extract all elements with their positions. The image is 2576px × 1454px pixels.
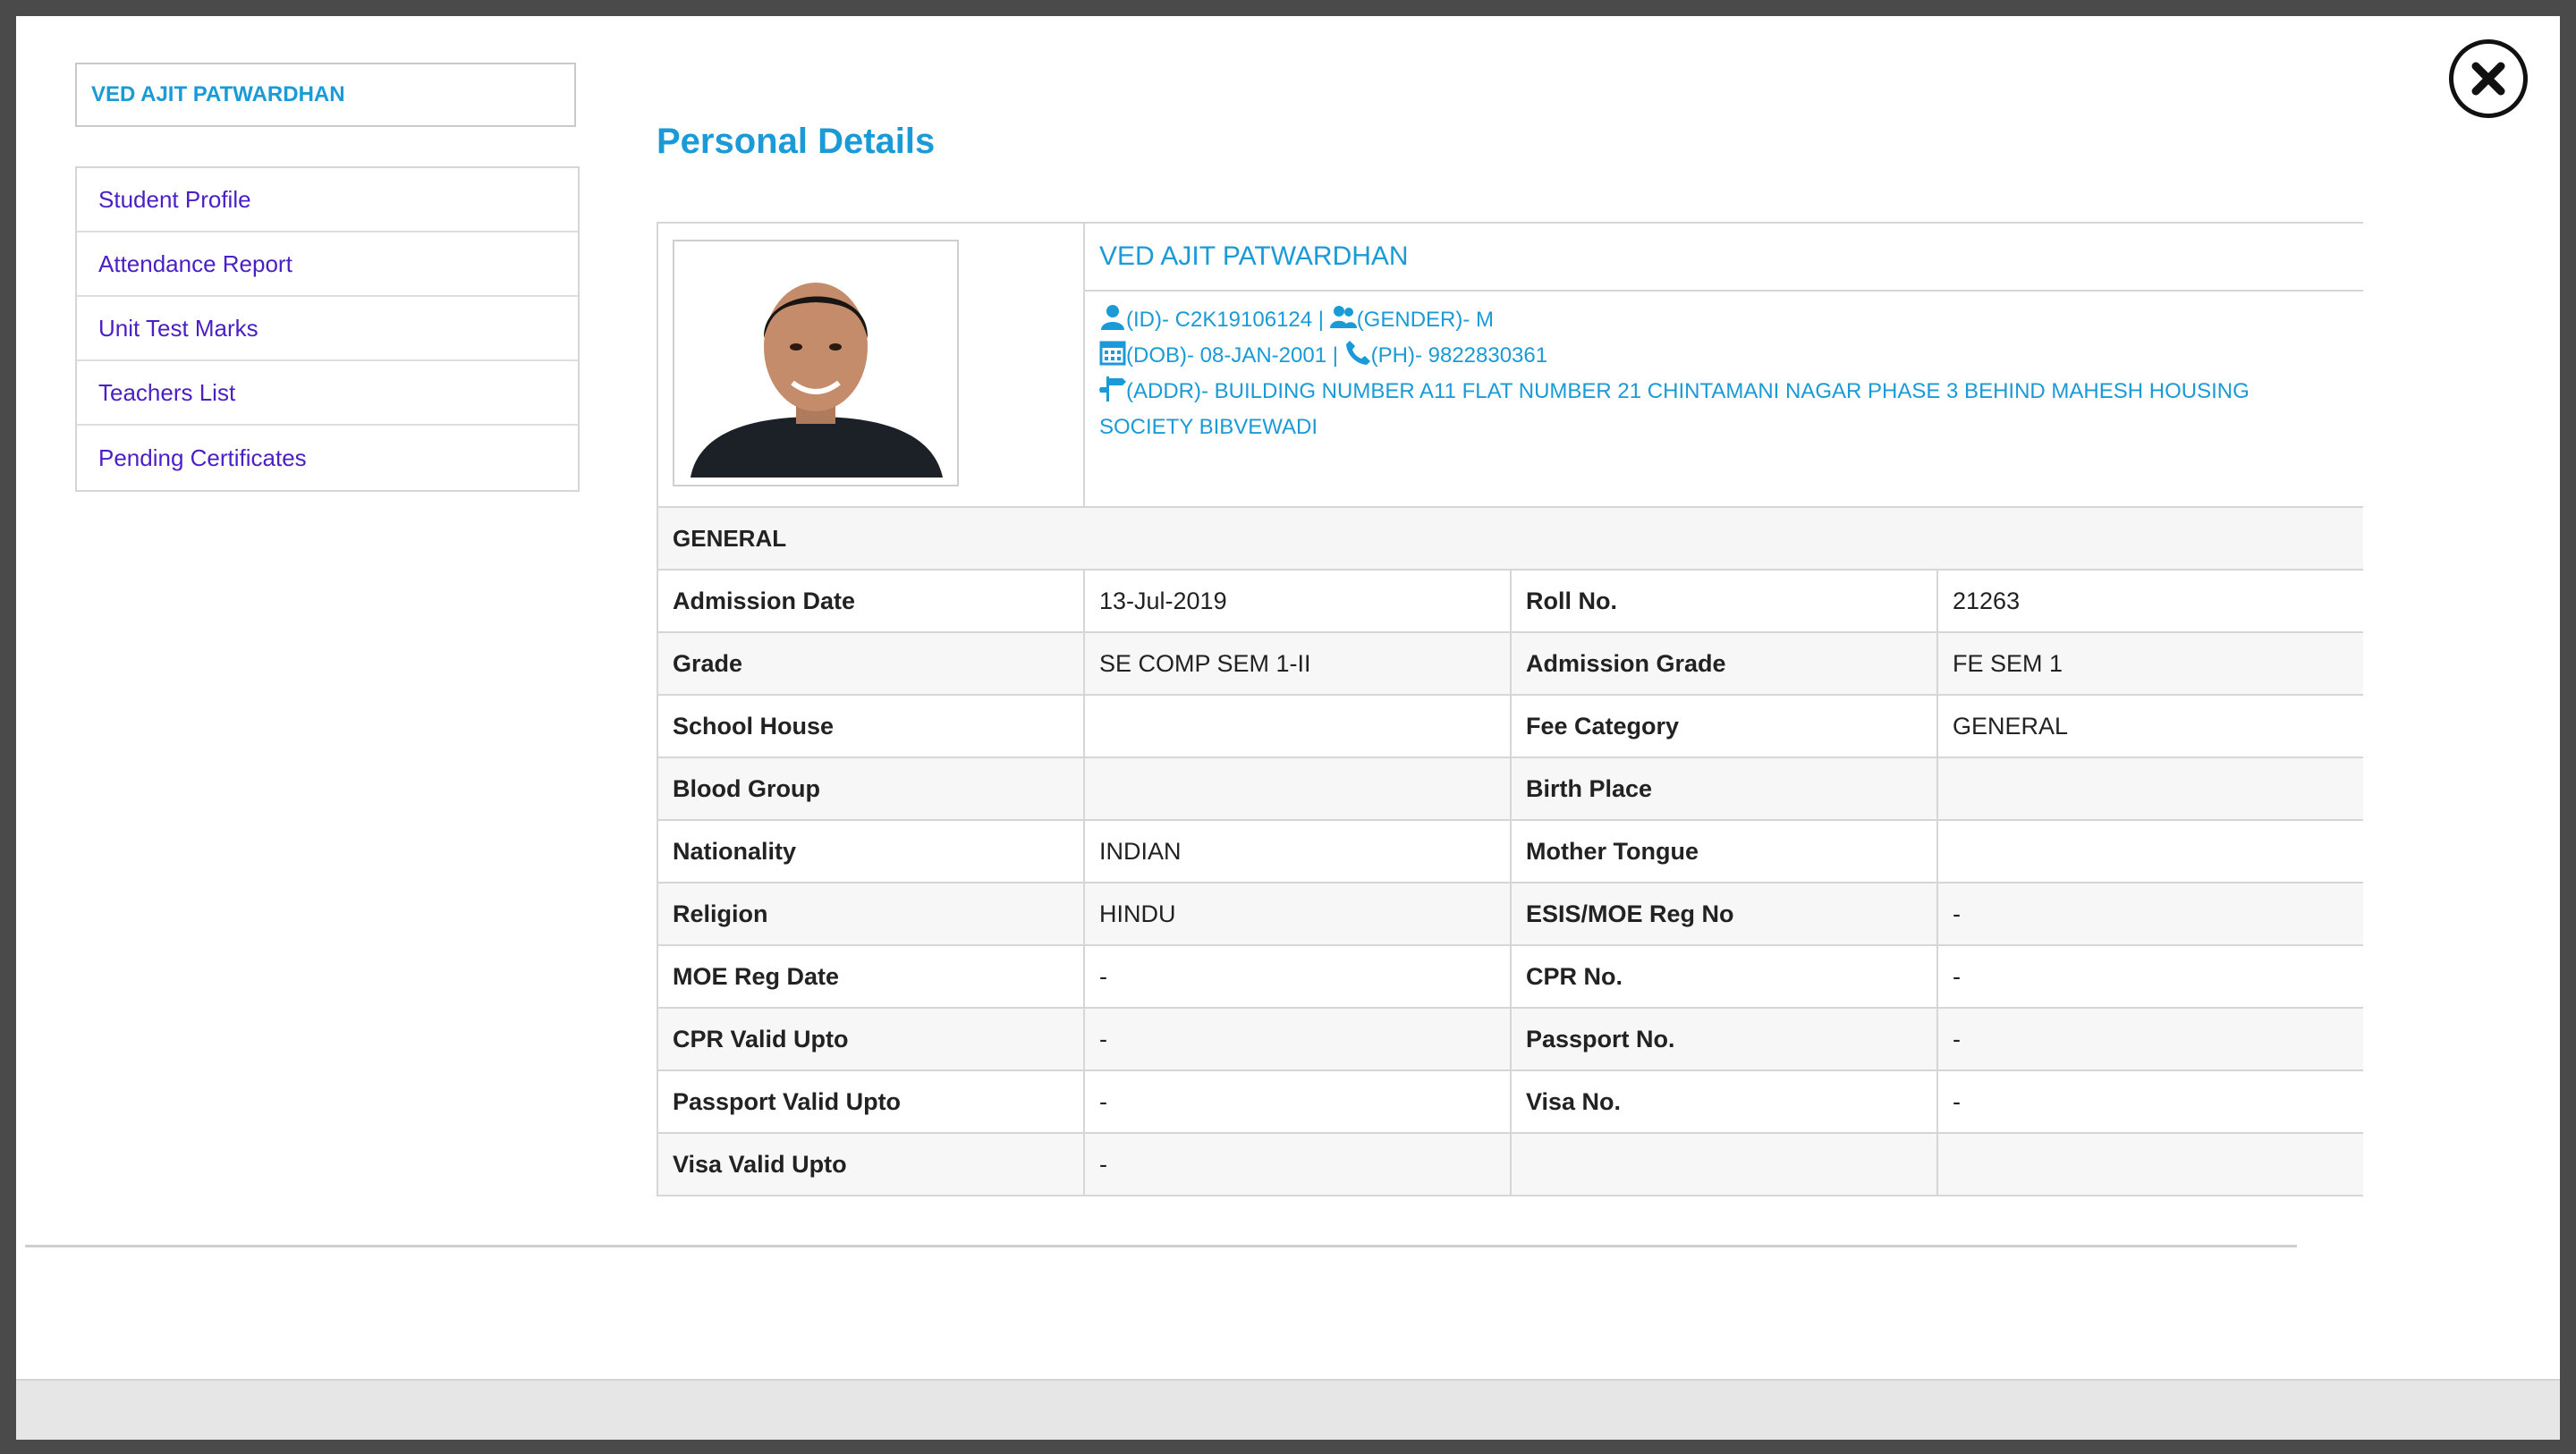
table-row: CPR Valid Upto - Passport No. - bbox=[657, 1007, 2363, 1071]
profile-line-1: (ID)- C2K19106124 | (GENDER)- M bbox=[1099, 302, 2349, 338]
field-value: FE SEM 1 bbox=[1936, 631, 2363, 696]
field-label: Roll No. bbox=[1510, 569, 1938, 633]
sidebar-item-student-profile[interactable]: Student Profile bbox=[77, 168, 578, 232]
profile-line-3: (ADDR)- BUILDING NUMBER A11 FLAT NUMBER … bbox=[1099, 374, 2349, 445]
details-table: VED AJIT PATWARDHAN (ID)- C2K19106124 | … bbox=[657, 222, 2363, 1196]
profile-gender: (GENDER)- M bbox=[1356, 308, 1495, 332]
users-icon bbox=[1329, 306, 1357, 328]
field-value: - bbox=[1936, 882, 2363, 946]
field-label: ESIS/MOE Reg No bbox=[1510, 882, 1938, 946]
field-value: - bbox=[1083, 1069, 1512, 1134]
profile-header-row: VED AJIT PATWARDHAN (ID)- C2K19106124 | … bbox=[657, 222, 2363, 508]
student-details-modal: VED AJIT PATWARDHAN Student Profile Atte… bbox=[16, 16, 2560, 1440]
modal-footer bbox=[16, 1379, 2560, 1440]
field-value bbox=[1083, 694, 1512, 758]
field-label: CPR Valid Upto bbox=[657, 1007, 1085, 1071]
phone-icon bbox=[1345, 341, 1370, 365]
field-label: School House bbox=[657, 694, 1085, 758]
detail-rows: Admission Date 13-Jul-2019 Roll No. 21263 Gr… bbox=[657, 569, 2363, 1196]
table-row: Grade SE COMP SEM 1-II Admission Grade FE S… bbox=[657, 631, 2363, 696]
field-value: - bbox=[1083, 1132, 1512, 1196]
field-label: CPR No. bbox=[1510, 944, 1938, 1009]
table-row: Nationality INDIAN Mother Tongue bbox=[657, 819, 2363, 883]
field-label: Fee Category bbox=[1510, 694, 1938, 758]
close-icon bbox=[2471, 62, 2505, 96]
field-label: Blood Group bbox=[657, 757, 1085, 821]
sidebar-item-unit-test-marks[interactable]: Unit Test Marks bbox=[77, 297, 578, 361]
field-label: Mother Tongue bbox=[1510, 819, 1938, 883]
section-general-row: GENERAL bbox=[657, 506, 2363, 571]
sidebar-item-teachers-list[interactable]: Teachers List bbox=[77, 361, 578, 426]
field-label bbox=[1510, 1132, 1938, 1196]
profile-line-2: (DOB)- 08-JAN-2001 | (PH)- 9822830361 bbox=[1099, 338, 2349, 374]
content-divider bbox=[25, 1245, 2297, 1247]
field-value: GENERAL bbox=[1936, 694, 2363, 758]
field-value bbox=[1936, 819, 2363, 883]
field-value bbox=[1936, 1132, 2363, 1196]
field-value: - bbox=[1936, 1069, 2363, 1134]
sidebar-menu: Student Profile Attendance Report Unit T… bbox=[75, 166, 580, 492]
photo-cell bbox=[657, 222, 1085, 508]
field-value: HINDU bbox=[1083, 882, 1512, 946]
field-label: Admission Date bbox=[657, 569, 1085, 633]
calendar-icon bbox=[1099, 341, 1126, 366]
page-title: Personal Details bbox=[657, 122, 936, 161]
field-value: SE COMP SEM 1-II bbox=[1083, 631, 1512, 696]
profile-info: (ID)- C2K19106124 | (GENDER)- M (DOB)- 0… bbox=[1085, 292, 2363, 456]
table-row: Passport Valid Upto - Visa No. - bbox=[657, 1069, 2363, 1134]
profile-id: (ID)- C2K19106124 | bbox=[1126, 308, 1325, 332]
profile-phone: (PH)- 9822830361 bbox=[1370, 343, 1548, 368]
user-icon bbox=[1101, 305, 1124, 330]
field-value: - bbox=[1083, 944, 1512, 1009]
field-value: - bbox=[1936, 1007, 2363, 1071]
student-photo-frame bbox=[673, 240, 959, 486]
close-button[interactable] bbox=[2449, 39, 2528, 118]
profile-cell: VED AJIT PATWARDHAN (ID)- C2K19106124 | … bbox=[1082, 222, 2363, 508]
field-label: MOE Reg Date bbox=[657, 944, 1085, 1009]
field-value: INDIAN bbox=[1083, 819, 1512, 883]
profile-name: VED AJIT PATWARDHAN bbox=[1085, 224, 2363, 292]
field-label: Visa No. bbox=[1510, 1069, 1938, 1134]
table-row: Admission Date 13-Jul-2019 Roll No. 21263 bbox=[657, 569, 2363, 633]
table-row: Religion HINDU ESIS/MOE Reg No - bbox=[657, 882, 2363, 946]
field-value bbox=[1083, 757, 1512, 821]
field-label: Visa Valid Upto bbox=[657, 1132, 1085, 1196]
field-label: Birth Place bbox=[1510, 757, 1938, 821]
sidebar-student-name: VED AJIT PATWARDHAN bbox=[75, 63, 576, 127]
field-label: Religion bbox=[657, 882, 1085, 946]
table-row: Visa Valid Upto - bbox=[657, 1132, 2363, 1196]
field-value: 21263 bbox=[1936, 569, 2363, 633]
field-label: Passport Valid Upto bbox=[657, 1069, 1085, 1134]
profile-address: (ADDR)- BUILDING NUMBER A11 FLAT NUMBER … bbox=[1099, 379, 2250, 439]
field-label: Nationality bbox=[657, 819, 1085, 883]
section-general-label: GENERAL bbox=[657, 506, 2363, 571]
field-label: Grade bbox=[657, 631, 1085, 696]
student-photo bbox=[682, 249, 950, 478]
field-value: - bbox=[1083, 1007, 1512, 1071]
field-label: Admission Grade bbox=[1510, 631, 1938, 696]
table-row: MOE Reg Date - CPR No. - bbox=[657, 944, 2363, 1009]
signpost-icon bbox=[1099, 376, 1126, 402]
profile-dob: (DOB)- 08-JAN-2001 | bbox=[1126, 343, 1338, 368]
field-value: 13-Jul-2019 bbox=[1083, 569, 1512, 633]
field-label: Passport No. bbox=[1510, 1007, 1938, 1071]
table-row: School House Fee Category GENERAL bbox=[657, 694, 2363, 758]
sidebar-item-pending-certificates[interactable]: Pending Certificates bbox=[77, 426, 578, 490]
sidebar-item-attendance-report[interactable]: Attendance Report bbox=[77, 232, 578, 297]
table-row: Blood Group Birth Place bbox=[657, 757, 2363, 821]
field-value: - bbox=[1936, 944, 2363, 1009]
field-value bbox=[1936, 757, 2363, 821]
details-panel: VED AJIT PATWARDHAN (ID)- C2K19106124 | … bbox=[657, 222, 2363, 1241]
